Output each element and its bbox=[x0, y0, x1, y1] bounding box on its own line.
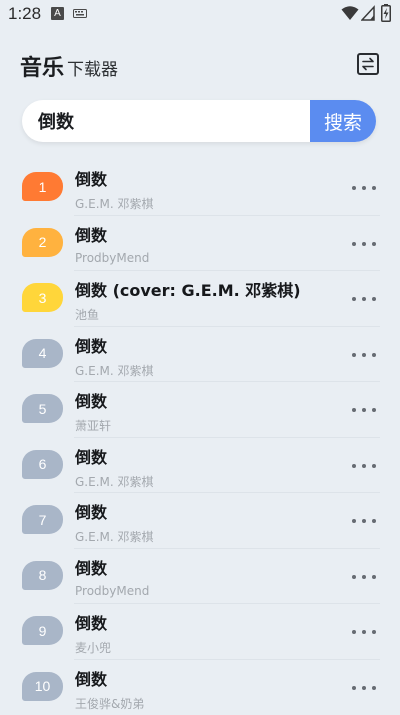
more-options-button[interactable] bbox=[352, 240, 376, 248]
song-artist: 王俊骅&奶弟 bbox=[75, 695, 144, 712]
song-artist: G.E.M. 邓紫棋 bbox=[75, 362, 154, 379]
keyboard-icon bbox=[73, 9, 87, 18]
song-title: 倒数 bbox=[75, 444, 107, 468]
song-title: 倒数 bbox=[75, 555, 107, 579]
rank-badge: 5 bbox=[22, 394, 63, 423]
signal-icon bbox=[361, 5, 375, 21]
rank-badge: 2 bbox=[22, 228, 63, 257]
rank-badge: 7 bbox=[22, 505, 63, 534]
song-artist: 萧亚轩 bbox=[75, 417, 111, 434]
song-item-1[interactable]: 1 倒数 G.E.M. 邓紫棋 bbox=[0, 160, 400, 216]
rank-badge: 1 bbox=[22, 172, 63, 201]
song-item-5[interactable]: 5 倒数 萧亚轩 bbox=[0, 382, 400, 438]
app-subtitle: 下载器 bbox=[67, 55, 118, 80]
more-options-button[interactable] bbox=[352, 684, 376, 692]
more-options-button[interactable] bbox=[352, 628, 376, 636]
rank-badge: 9 bbox=[22, 616, 63, 645]
song-artist: G.E.M. 邓紫棋 bbox=[75, 473, 154, 490]
rank-badge: 10 bbox=[22, 672, 63, 701]
swap-icon bbox=[361, 57, 375, 71]
more-options-button[interactable] bbox=[352, 295, 376, 303]
song-artist: G.E.M. 邓紫棋 bbox=[75, 528, 154, 545]
song-item-2[interactable]: 2 倒数 ProdbyMend bbox=[0, 216, 400, 272]
notification-a-icon: A bbox=[51, 7, 64, 20]
song-artist: ProdbyMend bbox=[75, 584, 149, 598]
more-options-button[interactable] bbox=[352, 406, 376, 414]
more-options-button[interactable] bbox=[352, 351, 376, 359]
wifi-icon bbox=[341, 5, 359, 21]
song-title: 倒数 (cover: G.E.M. 邓紫棋) bbox=[75, 277, 301, 301]
rank-badge: 3 bbox=[22, 283, 63, 312]
search-bar: 搜索 bbox=[22, 100, 376, 142]
song-title: 倒数 bbox=[75, 666, 107, 690]
search-input[interactable] bbox=[38, 100, 308, 142]
app-title: 音乐 bbox=[20, 50, 64, 82]
song-item-8[interactable]: 8 倒数 ProdbyMend bbox=[0, 549, 400, 605]
app-header: 音乐 下载器 bbox=[0, 44, 400, 84]
song-item-4[interactable]: 4 倒数 G.E.M. 邓紫棋 bbox=[0, 327, 400, 383]
song-item-9[interactable]: 9 倒数 麦小兜 bbox=[0, 604, 400, 660]
status-bar: 1:28 A bbox=[0, 0, 400, 28]
search-button[interactable]: 搜索 bbox=[310, 100, 376, 142]
song-title: 倒数 bbox=[75, 499, 107, 523]
rank-badge: 6 bbox=[22, 450, 63, 479]
rank-badge: 8 bbox=[22, 561, 63, 590]
song-item-6[interactable]: 6 倒数 G.E.M. 邓紫棋 bbox=[0, 438, 400, 494]
song-title: 倒数 bbox=[75, 222, 107, 246]
song-title: 倒数 bbox=[75, 166, 107, 190]
song-title: 倒数 bbox=[75, 333, 107, 357]
song-title: 倒数 bbox=[75, 610, 107, 634]
song-title: 倒数 bbox=[75, 388, 107, 412]
song-artist: 池鱼 bbox=[75, 306, 99, 323]
song-list: 1 倒数 G.E.M. 邓紫棋 2 倒数 ProdbyMend 3 倒数 (co… bbox=[0, 160, 400, 715]
song-artist: 麦小兜 bbox=[75, 639, 111, 656]
song-item-10[interactable]: 10 倒数 王俊骅&奶弟 bbox=[0, 660, 400, 715]
song-artist: G.E.M. 邓紫棋 bbox=[75, 195, 154, 212]
song-item-7[interactable]: 7 倒数 G.E.M. 邓紫棋 bbox=[0, 493, 400, 549]
swap-button[interactable] bbox=[357, 53, 379, 75]
song-artist: ProdbyMend bbox=[75, 251, 149, 265]
rank-badge: 4 bbox=[22, 339, 63, 368]
more-options-button[interactable] bbox=[352, 462, 376, 470]
more-options-button[interactable] bbox=[352, 184, 376, 192]
battery-charging-icon bbox=[381, 4, 391, 22]
more-options-button[interactable] bbox=[352, 517, 376, 525]
more-options-button[interactable] bbox=[352, 573, 376, 581]
song-item-3[interactable]: 3 倒数 (cover: G.E.M. 邓紫棋) 池鱼 bbox=[0, 271, 400, 327]
status-time: 1:28 bbox=[8, 4, 41, 24]
